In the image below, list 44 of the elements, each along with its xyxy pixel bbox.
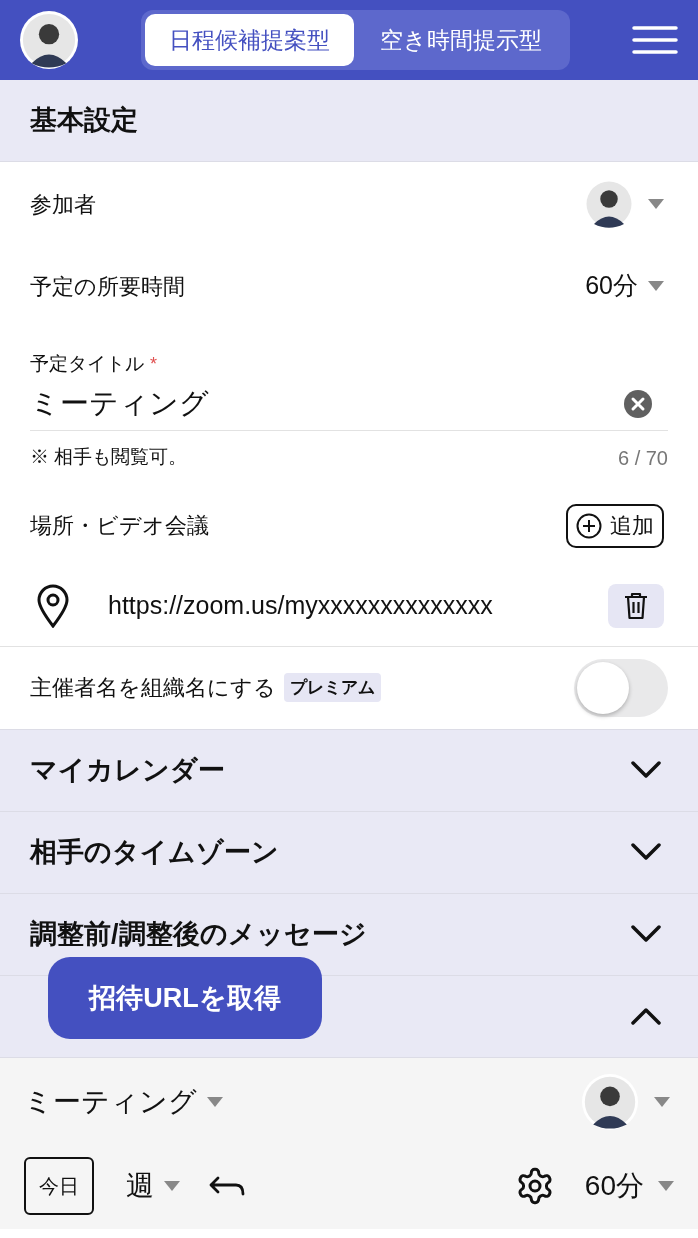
- avatar-icon: [584, 179, 634, 229]
- tab[interactable]: 空き時間提示型: [355, 14, 566, 66]
- required-mark: *: [150, 352, 157, 376]
- duration-select[interactable]: 60分: [585, 267, 638, 305]
- caret-icon: [207, 1096, 223, 1107]
- undo-icon[interactable]: [208, 1174, 246, 1197]
- view-select[interactable]: 週: [126, 1164, 154, 1207]
- field-label: 主催者名を組織名にする: [30, 674, 276, 702]
- clear-icon[interactable]: [624, 390, 652, 418]
- avatar-icon: [582, 1073, 638, 1130]
- plus-icon: [576, 512, 602, 539]
- chevron-up-icon[interactable]: [630, 1007, 662, 1025]
- tab[interactable]: 日程候補提案型: [144, 14, 354, 66]
- caret-icon: [658, 1180, 674, 1191]
- delete-button[interactable]: [608, 584, 664, 628]
- chevron-down-icon[interactable]: [630, 843, 662, 861]
- avatar-icon: [20, 11, 78, 69]
- chevron-down-icon[interactable]: [630, 761, 662, 779]
- section-title[interactable]: マイカレンダー: [30, 749, 225, 791]
- add-button[interactable]: 追加: [566, 503, 664, 548]
- chevron-down-icon[interactable]: [630, 925, 662, 943]
- field-label: 場所・ビデオ会議: [30, 512, 209, 540]
- get-invite-url-button[interactable]: 招待URLを取得: [48, 957, 322, 1039]
- caret-icon: [648, 199, 664, 209]
- premium-badge: プレミアム: [284, 672, 381, 703]
- caret-icon: [164, 1180, 180, 1191]
- duration-select[interactable]: 60分: [584, 1164, 644, 1207]
- caret-icon: [654, 1096, 670, 1107]
- event-select[interactable]: ミーティング: [24, 1080, 197, 1123]
- title-input[interactable]: ミーティング: [30, 382, 209, 426]
- field-label: 参加者: [30, 190, 96, 219]
- toggle-switch[interactable]: [574, 658, 668, 717]
- note-text: ※ 相手も閲覧可。: [30, 445, 188, 470]
- trash-icon: [624, 592, 648, 620]
- section-title[interactable]: 相手のタイムゾーン: [30, 831, 279, 873]
- section-title: 基本設定: [30, 104, 138, 138]
- character-counter: 6 / 70: [617, 445, 668, 471]
- field-label: 予定タイトル: [30, 352, 144, 376]
- menu-icon[interactable]: [632, 25, 678, 55]
- caret-icon: [648, 281, 664, 291]
- today-button[interactable]: 今日: [24, 1156, 94, 1215]
- field-label: 予定の所要時間: [30, 272, 185, 301]
- map-pin-icon: [36, 584, 70, 628]
- location-url: https://zoom.us/myxxxxxxxxxxxxxx: [108, 590, 494, 622]
